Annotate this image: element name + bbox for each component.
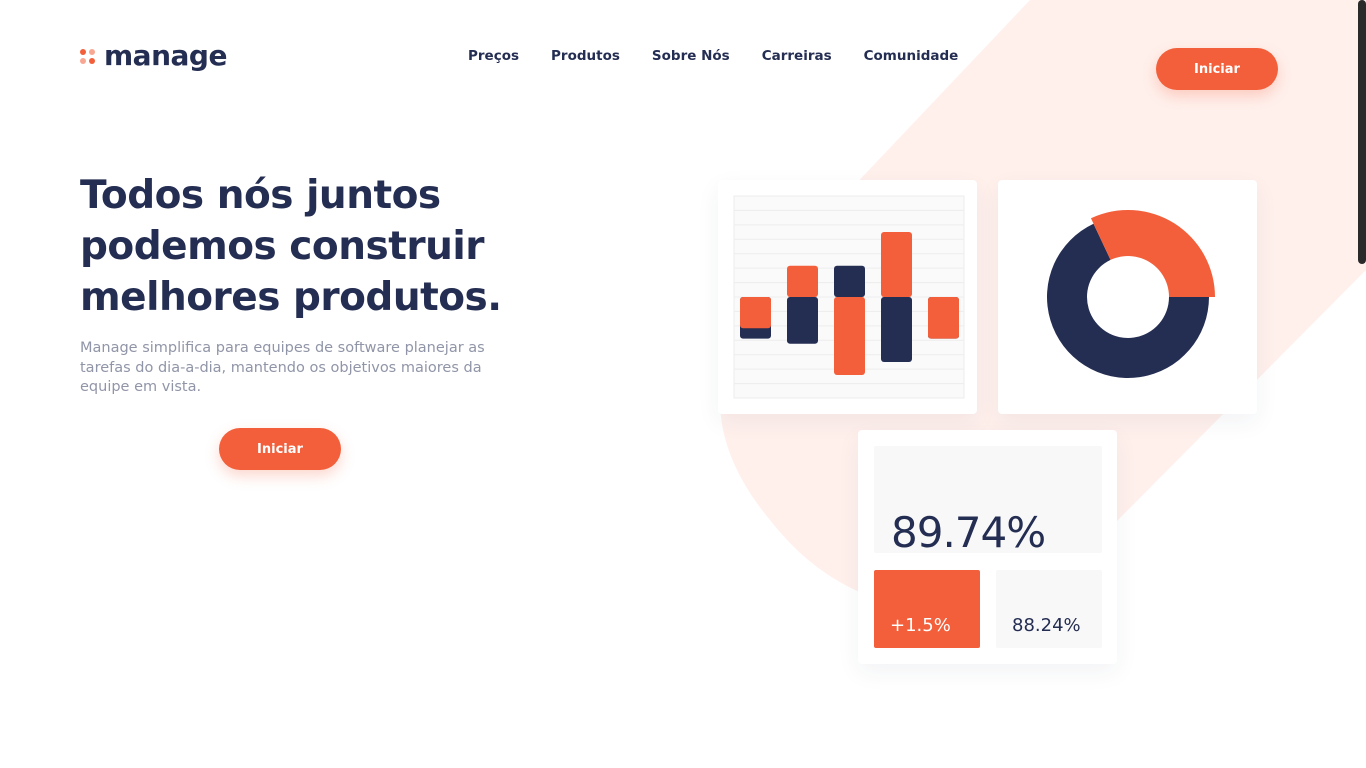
bar-chart xyxy=(733,195,965,399)
main-stat-panel: 89.74% xyxy=(874,446,1102,557)
main-nav: Preços Produtos Sobre Nós Carreiras Comu… xyxy=(452,47,974,65)
change-stat-value: +1.5% xyxy=(890,615,951,636)
logo[interactable]: manage xyxy=(80,40,227,72)
stats-card: 89.74% +1.5% 88.24% xyxy=(858,430,1117,664)
bar-chart-bar xyxy=(834,265,865,297)
nav-link-carreiras[interactable]: Carreiras xyxy=(746,47,848,65)
nav-link-precos[interactable]: Preços xyxy=(452,47,535,65)
change-stat-panel: +1.5% xyxy=(874,570,980,648)
header-cta-button[interactable]: Iniciar xyxy=(1156,48,1278,90)
hero-description: Manage simplifica para equipes de softwa… xyxy=(80,340,485,395)
bar-chart-bar xyxy=(928,297,959,339)
nav-link-comunidade[interactable]: Comunidade xyxy=(848,47,975,65)
bar-chart-bar xyxy=(881,297,912,362)
secondary-stat-panel: 88.24% xyxy=(996,570,1102,648)
hero-title-line: podemos construir xyxy=(80,224,484,269)
logo-text: manage xyxy=(104,39,227,72)
donut-chart xyxy=(1047,210,1215,378)
four-dots-logo-icon xyxy=(80,47,96,65)
hero-title-line: melhores produtos. xyxy=(80,275,502,320)
bar-chart-bar xyxy=(740,297,771,329)
main-stat-value: 89.74% xyxy=(891,508,1046,557)
bar-chart-bar xyxy=(881,232,912,297)
secondary-stat-value: 88.24% xyxy=(1012,615,1081,636)
page-scrollbar[interactable] xyxy=(1358,0,1366,264)
hero-cta-button[interactable]: Iniciar xyxy=(219,428,341,470)
donut-chart-card xyxy=(998,180,1257,414)
nav-link-sobre-nos[interactable]: Sobre Nós xyxy=(636,47,746,65)
bar-chart-card xyxy=(718,180,977,414)
nav-link-produtos[interactable]: Produtos xyxy=(535,47,636,65)
hero-title-line: Todos nós juntos xyxy=(80,173,441,218)
donut-chart-slice xyxy=(1090,210,1215,297)
bar-chart-bar xyxy=(834,297,865,375)
hero-title: Todos nós juntos podemos construir melho… xyxy=(80,170,540,323)
bar-chart-bar xyxy=(787,297,818,344)
bar-chart-bar xyxy=(787,265,818,297)
